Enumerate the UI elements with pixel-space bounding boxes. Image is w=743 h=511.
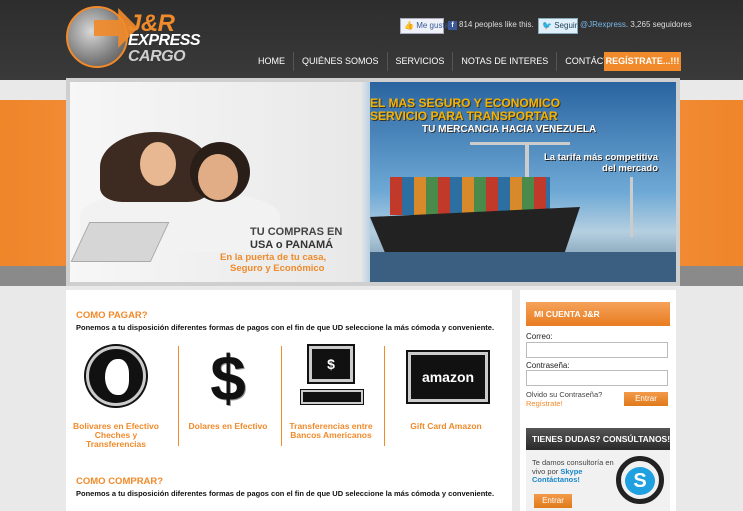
- woman-face: [140, 142, 176, 186]
- nav-notas-de-interes[interactable]: NOTAS DE INTERES: [453, 52, 558, 71]
- facebook-like-label: Me gusta: [416, 21, 450, 30]
- cargo-containers: [390, 177, 550, 215]
- payment-option-amazon[interactable]: amazon Gift Card Amazon: [396, 346, 496, 456]
- como-comprar-text: Ponemos a tu disposición diferentes form…: [76, 489, 495, 498]
- monitor-dollar-glyph: $: [327, 356, 335, 372]
- password-label: Contraseña:: [526, 361, 570, 370]
- jr-express-logo[interactable]: J&R EXPRESS CARGO: [64, 4, 214, 74]
- como-comprar-title: COMO COMPRAR?: [76, 476, 164, 487]
- help-panel: TIENES DUDAS? CONSÚLTANOS! Te damos cons…: [526, 428, 670, 511]
- site-header: J&R EXPRESS CARGO 👍 Me gusta f 814 people…: [0, 0, 743, 80]
- account-panel-title: MI CUENTA J&R: [526, 302, 670, 326]
- banner-tarifa-text: La tarifa más competitiva del mercado: [543, 152, 658, 174]
- payment-option-transferencias[interactable]: $ Transferencias entre Bancos Americanos: [281, 346, 381, 456]
- banner-subheadline: TU MERCANCIA HACIA VENEZUELA: [422, 124, 597, 135]
- register-nav-button[interactable]: REGÍSTRATE...!!!: [604, 52, 681, 71]
- help-title-a: TIENES DUDAS?: [532, 434, 603, 444]
- payment-option-label: Dolares en Efectivo: [188, 421, 268, 431]
- banner-usa-text-2: USA o PANAMÁ: [250, 239, 334, 251]
- nav-servicios[interactable]: SERVICIOS: [388, 52, 454, 71]
- banner-orange-text-1: En la puerta de tu casa,: [220, 252, 327, 263]
- facebook-like-count: f 814 peoples like this.: [448, 20, 534, 36]
- forgot-password: Olvido su Contraseña? Regístrate!: [526, 390, 602, 408]
- facebook-count-text: 814 peoples like this.: [459, 20, 534, 29]
- twitter-count-text: . 3,265 seguidores: [625, 20, 692, 29]
- computer-transfer-icon: $: [301, 346, 363, 410]
- twitter-bird-icon: 🐦: [542, 21, 552, 30]
- banner-headline-2: SERVICIO PARA TRANSPORTAR: [370, 109, 558, 123]
- amazon-logo-text: amazon: [408, 352, 488, 402]
- facebook-like-button[interactable]: 👍 Me gusta: [400, 18, 449, 34]
- payment-option-label: Bolivares en Efectivo Cheches y Transfer…: [73, 421, 159, 449]
- nav-home[interactable]: HOME: [250, 52, 294, 71]
- help-text: Te damos consultoría en vivo por Skype C…: [532, 458, 614, 485]
- como-pagar-title: COMO PAGAR?: [76, 310, 148, 321]
- banner-usa-text-1: TU COMPRAS EN: [250, 226, 343, 238]
- banner-headline-1: EL MAS SEGURO Y ECONOMICO: [370, 96, 561, 110]
- nav-quienes-somos[interactable]: QUIÉNES SOMOS: [294, 52, 388, 71]
- twitter-handle-link[interactable]: @JRexpress: [580, 20, 626, 29]
- main-content: COMO PAGAR? Ponemos a tu disposición dif…: [66, 290, 512, 511]
- help-enter-button[interactable]: Entrar: [534, 494, 572, 508]
- forgot-password-text[interactable]: Olvido su Contraseña?: [526, 390, 602, 399]
- sidebar: MI CUENTA J&R Correo: Contraseña: Olvido…: [520, 290, 676, 511]
- help-title-b: CONSÚLTANOS!: [602, 434, 671, 444]
- skype-headset-icon[interactable]: S: [616, 456, 664, 506]
- thumbs-up-icon: 👍: [404, 21, 414, 30]
- twitter-follow-button[interactable]: 🐦 Seguir: [538, 18, 578, 34]
- main-nav: HOME QUIÉNES SOMOS SERVICIOS NOTAS DE IN…: [250, 52, 642, 71]
- banner-orange-text-2: Seguro y Económico: [230, 263, 325, 274]
- crane-icon-2: [630, 177, 633, 237]
- payment-option-label: Gift Card Amazon: [410, 421, 482, 431]
- skype-glyph: S: [625, 467, 655, 495]
- como-pagar-text: Ponemos a tu disposición diferentes form…: [76, 323, 495, 332]
- payment-option-bolivares[interactable]: Bolivares en Efectivo Cheches y Transfer…: [66, 346, 166, 456]
- dollar-icon: $: [198, 346, 258, 410]
- hero-banner: EL MAS SEGURO Y ECONOMICO SERVICIO PARA …: [66, 78, 680, 286]
- login-button[interactable]: Entrar: [624, 392, 668, 406]
- twitter-follower-count: @JRexpress. 3,265 seguidores: [580, 20, 692, 36]
- hero-banner-image: EL MAS SEGURO Y ECONOMICO SERVICIO PARA …: [70, 82, 676, 282]
- twitter-follow-label: Seguir: [554, 21, 578, 30]
- email-field[interactable]: [526, 342, 668, 358]
- man-face: [198, 154, 238, 200]
- register-link[interactable]: Regístrate!: [526, 399, 602, 408]
- contact-link[interactable]: Contáctanos!: [532, 475, 580, 484]
- laptop-icon: [70, 222, 170, 262]
- crane-arm-icon: [470, 142, 570, 145]
- person-head-icon: [86, 346, 146, 410]
- payment-option-label: Transferencias entre Bancos Americanos: [289, 421, 373, 440]
- amazon-icon: amazon: [408, 346, 488, 410]
- password-field[interactable]: [526, 370, 668, 386]
- dollar-glyph: $: [210, 342, 246, 414]
- help-panel-title: TIENES DUDAS? CONSÚLTANOS!: [526, 428, 670, 450]
- logo-text-cargo: CARGO: [128, 48, 186, 65]
- facebook-icon: f: [448, 21, 457, 30]
- payment-option-dolares[interactable]: $ Dolares en Efectivo: [178, 346, 278, 456]
- sea: [370, 252, 676, 282]
- correo-label: Correo:: [526, 332, 553, 341]
- divider: [384, 346, 385, 446]
